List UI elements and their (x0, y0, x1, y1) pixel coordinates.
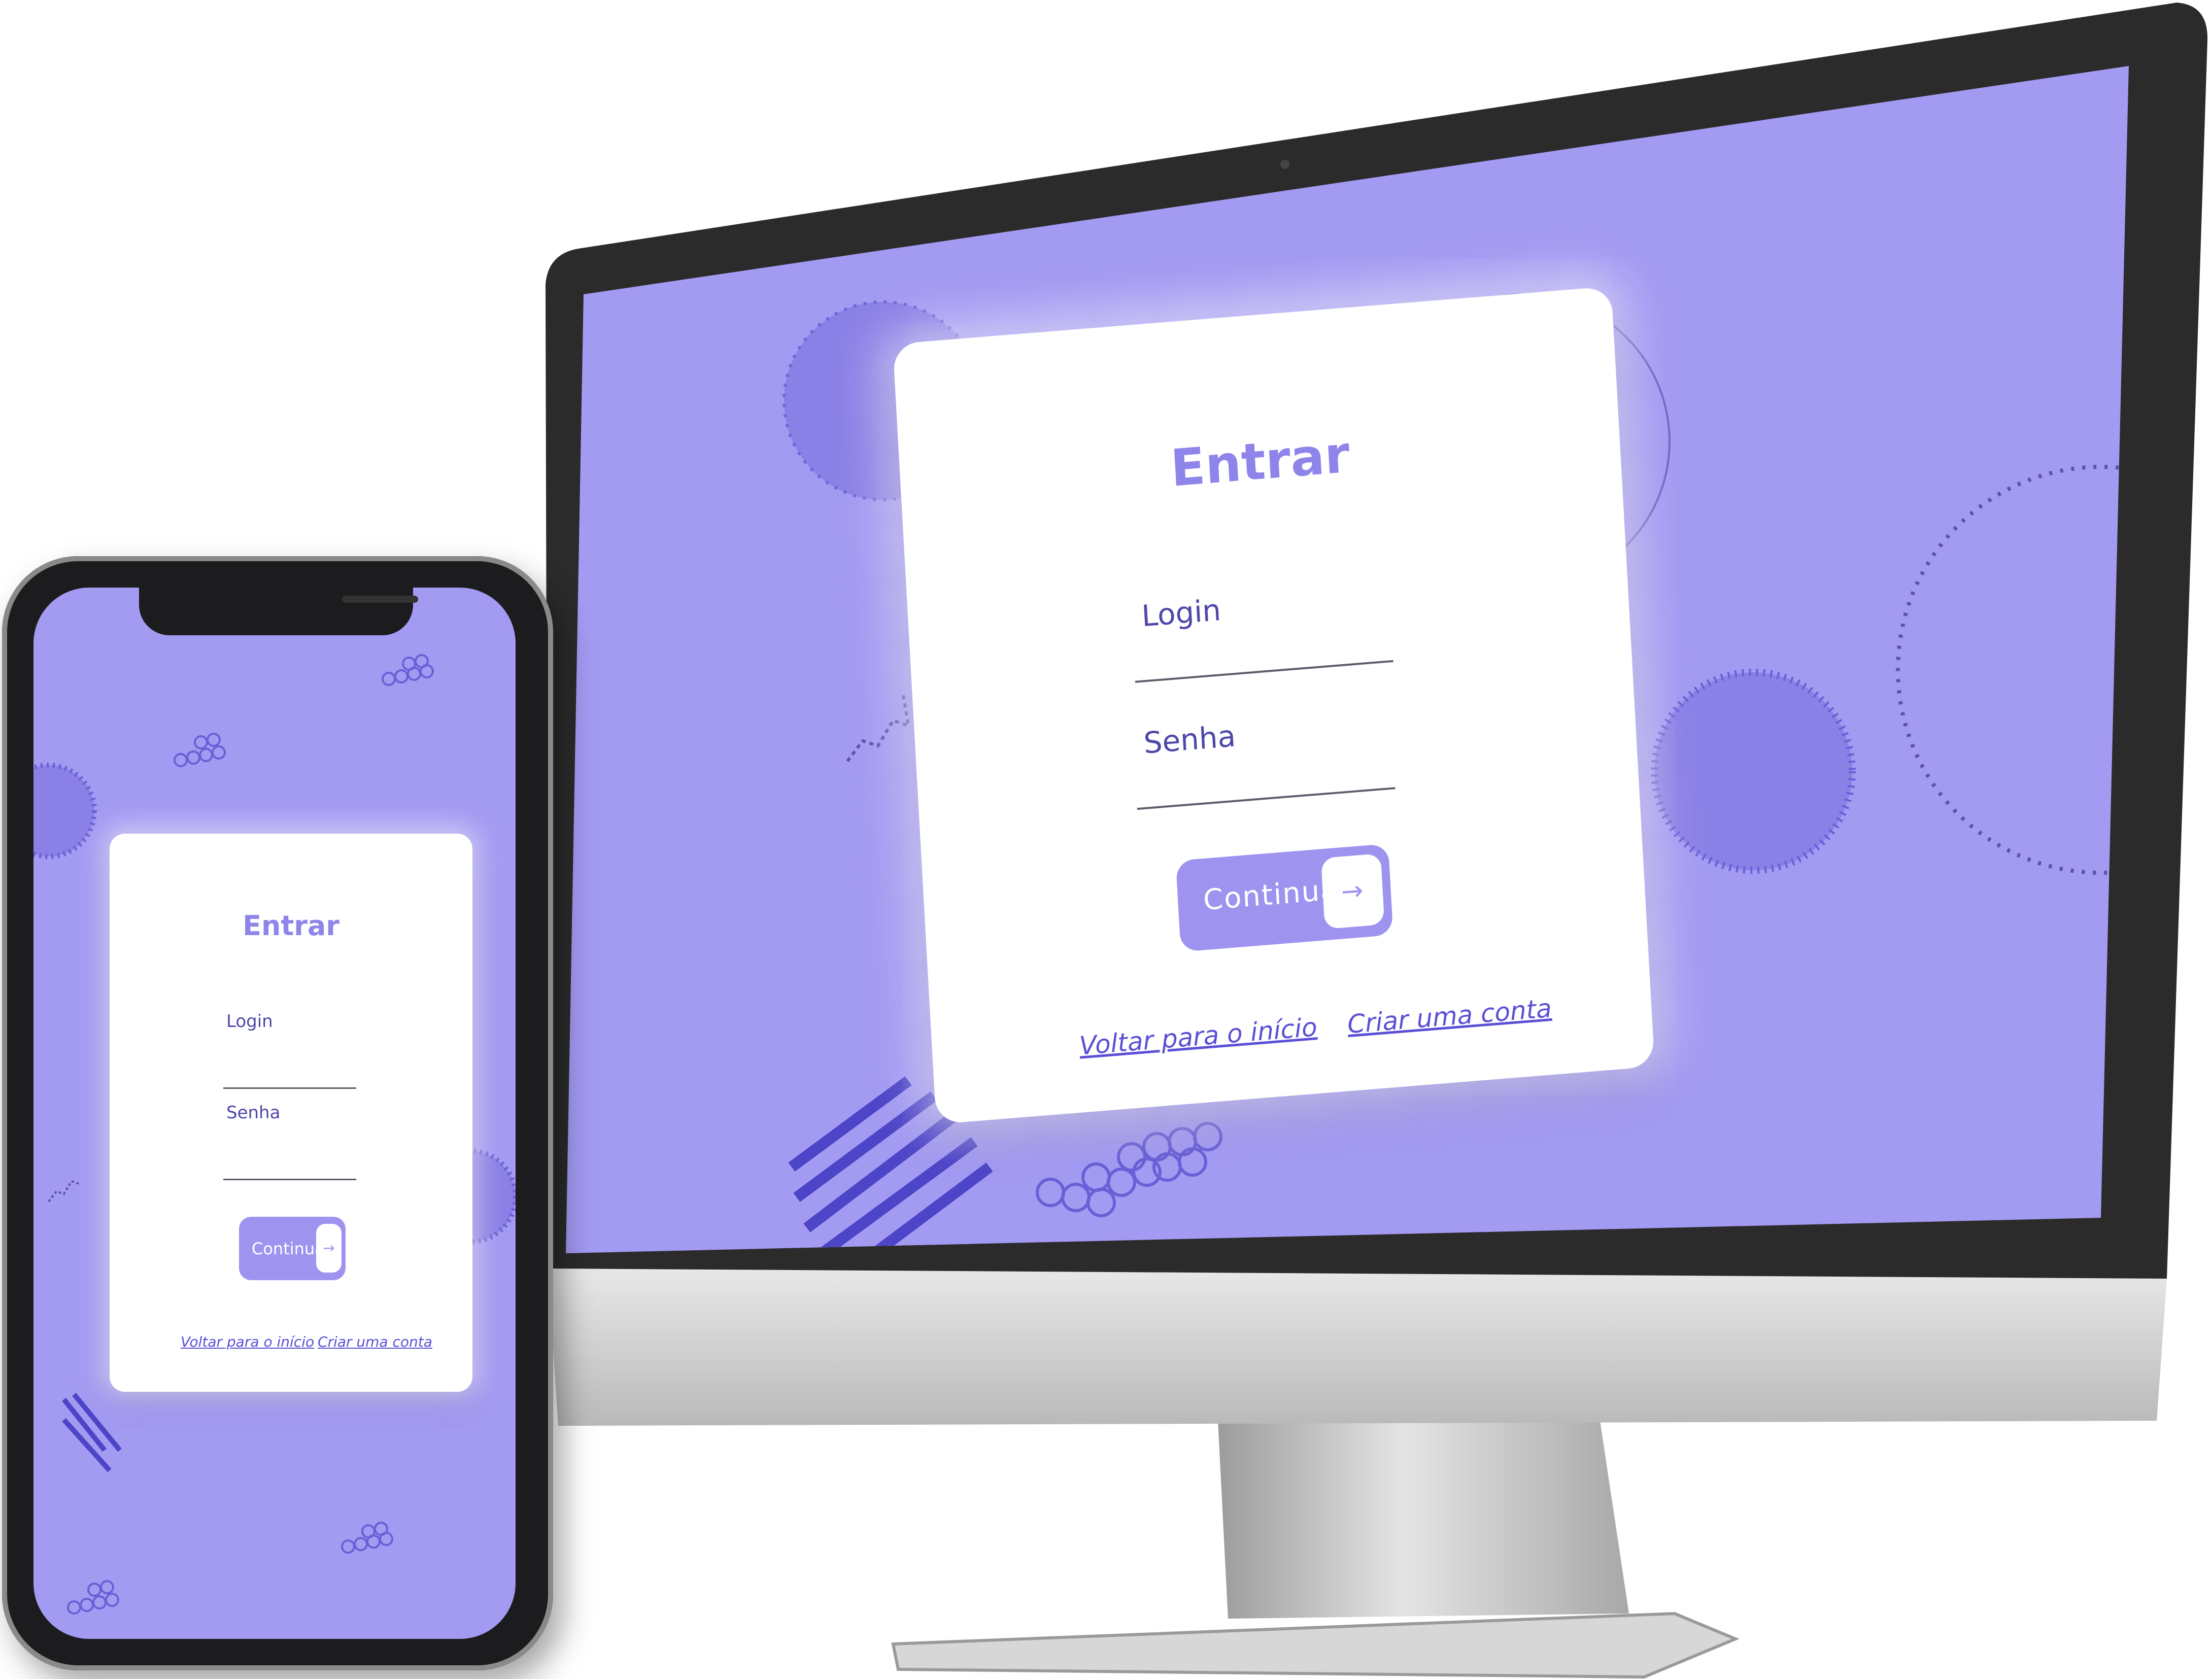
phone-notch (139, 588, 418, 635)
webcam-dot (1280, 160, 1289, 169)
login-input[interactable] (223, 1087, 356, 1089)
back-to-home-link[interactable]: Voltar para o início (1078, 1012, 1318, 1061)
login-field-label: Login (1140, 592, 1222, 634)
continue-button[interactable]: Continuar → (239, 1217, 346, 1280)
back-to-home-link[interactable]: Voltar para o início (181, 1333, 314, 1350)
password-field-label: Senha (1142, 718, 1237, 761)
password-input[interactable] (223, 1179, 356, 1180)
login-input[interactable] (1135, 660, 1393, 683)
speaker-grille (342, 596, 418, 603)
continue-button[interactable]: Continuar → (1175, 843, 1393, 952)
monitor-base (891, 1612, 1740, 1679)
dotted-blob-right (1654, 672, 1852, 870)
password-input[interactable] (1137, 787, 1396, 810)
phone-frame: Entrar Login Senha Continuar → Voltar pa… (2, 556, 553, 1670)
login-field-label: Login (226, 1011, 273, 1032)
arrow-right-icon: → (1320, 853, 1385, 930)
create-account-link[interactable]: Criar uma conta (1347, 993, 1552, 1039)
create-account-link[interactable]: Criar uma conta (318, 1333, 432, 1350)
login-title: Entrar (243, 910, 339, 942)
mobile-login-card: Entrar Login Senha Continuar → Voltar pa… (110, 834, 472, 1392)
login-title: Entrar (1169, 424, 1351, 498)
mobile-phone: Entrar Login Senha Continuar → Voltar pa… (0, 553, 558, 1670)
arrow-right-icon: → (316, 1224, 342, 1273)
desktop-login-card: Entrar Login Senha Continuar → Voltar pa… (893, 286, 1655, 1124)
mobile-screen: Entrar Login Senha Continuar → Voltar pa… (33, 588, 516, 1639)
monitor-stand (1218, 1411, 1629, 1619)
password-field-label: Senha (226, 1103, 281, 1123)
monitor-chin (548, 1269, 2167, 1426)
